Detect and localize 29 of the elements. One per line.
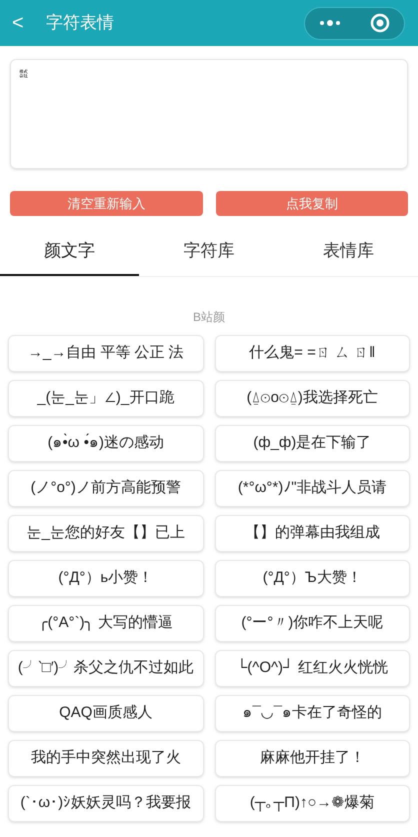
section-title: B站颜 [192, 309, 225, 326]
more-icon[interactable] [319, 19, 342, 27]
kaomoji-button[interactable]: (`･ω･)ｼ妖妖灵吗？我要报 [8, 785, 204, 822]
kaomoji-button[interactable]: _(눈_눈」∠)_开口跪 [8, 380, 204, 417]
kaomoji-button[interactable]: 눈_눈您的好友【】已上 [8, 515, 204, 552]
kaomoji-button[interactable]: (ノ°o°)ノ前方高能预警 [8, 470, 204, 507]
kaomoji-button[interactable]: (╯‵□′)╯杀父之仇不过如此 [8, 650, 204, 687]
kaomoji-button[interactable]: QAQ画质感人 [8, 695, 204, 732]
kaomoji-button[interactable]: (°Д°）Ъ大赞！ [214, 560, 410, 597]
tab[interactable]: 字符库 [139, 228, 279, 276]
kaomoji-button[interactable]: (๑•̀ω •́๑)迷の感动 [8, 425, 204, 462]
kaomoji-button[interactable]: (ф_ф)是在下输了 [214, 425, 410, 462]
input-field[interactable]: ㍿ [10, 59, 408, 169]
kaomoji-button[interactable]: 什么鬼= =ㄖ ㄙ ㄖ‖ [214, 335, 410, 372]
kaomoji-button[interactable]: (⍙⊙o⊙⍙)我选择死亡 [214, 380, 410, 417]
kaomoji-button[interactable]: 麻麻他开挂了！ [214, 740, 410, 777]
kaomoji-button[interactable]: └(^O^)┘ 红红火火恍恍 [214, 650, 410, 687]
kaomoji-button[interactable]: (┬｡┬Π)↑○→❁爆菊 [214, 785, 410, 822]
kaomoji-button[interactable]: (°ー°〃)你咋不上天呢 [214, 605, 410, 642]
kaomoji-button[interactable]: 我的手中突然出现了火 [8, 740, 204, 777]
page-title: 字符表情 [46, 12, 114, 34]
kaomoji-button[interactable]: (°Д°）ь小赞！ [8, 560, 204, 597]
tab[interactable]: 表情库 [278, 228, 418, 276]
kaomoji-button[interactable]: ๑¯◡¯๑卡在了奇怪的 [214, 695, 410, 732]
tab[interactable]: 颜文字 [0, 228, 140, 276]
kaomoji-button[interactable]: 【】的弹幕由我组成 [214, 515, 410, 552]
kaomoji-button[interactable]: →_→自由 平等 公正 法 [8, 335, 204, 372]
kaomoji-button[interactable]: (*°ω°*)ﾉ"非战斗人员请 [214, 470, 410, 507]
kaomoji-button[interactable]: ╭(°A°`)╮ 大写的懵逼 [8, 605, 204, 642]
